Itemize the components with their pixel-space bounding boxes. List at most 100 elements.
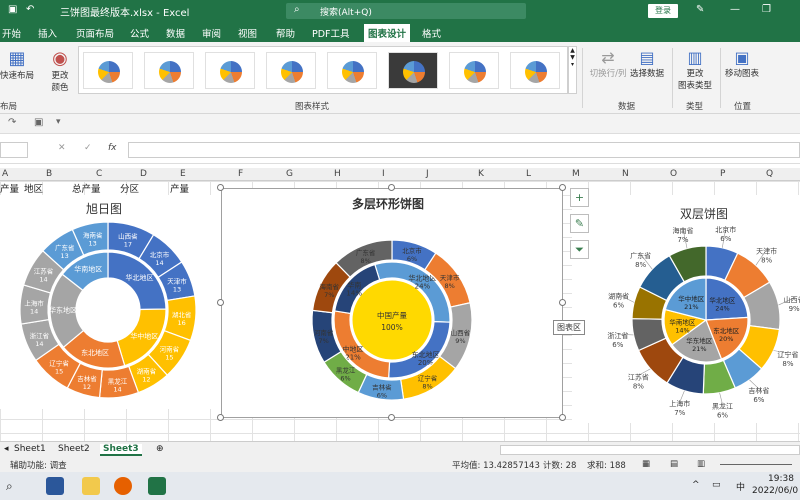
pie-outer-value: 6% — [612, 341, 623, 349]
pie-outer-value: 7% — [677, 236, 688, 244]
taskbar: ⌕ ^ ▭ 中 19:38 2022/06/0 — [0, 472, 800, 500]
doughnut-outer-label: 黑龙江 — [336, 365, 356, 374]
sunburst-outer-value: 15 — [55, 368, 63, 376]
pie-outer-label: 天津市 — [756, 246, 777, 255]
doughnut-outer-label: 山西省 — [451, 328, 471, 337]
clock-date[interactable]: 2022/06/0 — [752, 486, 798, 496]
horizontal-scrollbar[interactable] — [500, 445, 800, 455]
doughnut-outer-value: 8% — [444, 282, 454, 290]
sunburst-outer-value: 16 — [178, 319, 186, 327]
sheet-tab[interactable]: Sheet1 — [14, 444, 46, 454]
doughnut-center-disk[interactable] — [351, 279, 433, 361]
doughnut-outer-value: 6% — [407, 255, 417, 263]
pie-outer-label: 吉林省 — [748, 386, 769, 395]
sunburst-outer-label: 浙江省 — [30, 331, 50, 340]
average-status: 平均值: 13.42857143 — [452, 461, 540, 471]
doughnut-outer-label: 广东省 — [356, 248, 376, 257]
folder-icon[interactable] — [82, 477, 100, 495]
zoom-slider[interactable] — [720, 464, 792, 465]
firefox-icon[interactable] — [114, 477, 132, 495]
pie-inner-label: 华北地区 — [709, 296, 736, 305]
sheet-nav-icon[interactable]: ◂ — [4, 444, 9, 454]
sunburst-outer-label: 上海市 — [24, 298, 44, 307]
doughnut-outer-label: 天津市 — [440, 273, 460, 282]
doughnut-middle-value: 24% — [415, 282, 431, 290]
pie-inner-label: 华东地区 — [686, 336, 713, 345]
sunburst-outer-label: 广东省 — [55, 243, 75, 252]
doughnut-outer-label: 河南省 — [314, 328, 334, 337]
word-icon[interactable] — [46, 477, 64, 495]
sunburst-outer-value: 12 — [142, 375, 150, 383]
pie-inner-value: 24% — [715, 305, 729, 313]
sunburst-inner-label: 华北地区 — [126, 273, 154, 282]
resize-handle[interactable] — [559, 414, 566, 421]
accessibility-status[interactable]: 辅助功能: 调查 — [10, 459, 67, 471]
sunburst-outer-value: 13 — [89, 240, 97, 248]
normal-view-icon[interactable]: ▦ — [642, 459, 650, 469]
sunburst-outer-label: 黑龙江 — [108, 376, 128, 385]
sheet-tab-active[interactable]: Sheet3 — [100, 444, 142, 456]
pie-inner-value: 21% — [684, 303, 698, 311]
doughnut-outer-label: 辽宁省 — [418, 373, 438, 382]
doughnut-center-value: 100% — [381, 323, 402, 332]
charts-svg: 华北地区华中地区东北地区华东地区华南地区山西省17北京市14天津市13湖北省16… — [19, 221, 800, 419]
resize-handle[interactable] — [559, 184, 566, 191]
pie-inner-label: 华中地区 — [678, 294, 705, 303]
add-sheet-icon[interactable]: ⊕ — [156, 444, 164, 454]
pie-inner-value: 20% — [719, 335, 733, 343]
sunburst-inner-label: 东北地区 — [81, 348, 109, 357]
clock-time[interactable]: 19:38 — [768, 474, 794, 484]
sunburst-outer-label: 北京市 — [150, 250, 170, 259]
excel-icon[interactable] — [148, 477, 166, 495]
pie-outer-label: 海南省 — [672, 226, 693, 235]
chart-elements-button[interactable]: + — [570, 188, 589, 207]
pie-outer-value: 6% — [613, 302, 624, 310]
pie-outer-label: 北京市 — [715, 225, 736, 234]
chart-filter-icon[interactable]: ⏷ — [570, 240, 589, 259]
sunburst-outer-label: 天津市 — [167, 276, 187, 285]
doughnut-middle-value: 14% — [346, 289, 362, 297]
resize-handle[interactable] — [217, 184, 224, 191]
sunburst-outer-label: 吉林省 — [77, 374, 97, 383]
chevron-up-icon[interactable]: ^ — [692, 480, 700, 490]
pie-inner-label: 东北地区 — [713, 326, 740, 335]
ime-indicator[interactable]: 中 — [736, 480, 745, 493]
doughnut-outer-label: 海南省 — [320, 282, 340, 291]
pie-outer-label: 山西省 — [784, 295, 800, 304]
doughnut-outer-value: 7% — [324, 291, 334, 299]
pie-outer-value: 8% — [761, 256, 772, 264]
doughnut-center-label: 中国产量 — [377, 310, 407, 320]
search-icon[interactable]: ⌕ — [6, 479, 13, 494]
pie-outer-value: 8% — [633, 382, 644, 390]
sheet-tab[interactable]: Sheet2 — [58, 444, 90, 454]
doughnut-outer-value: 8% — [422, 382, 432, 390]
resize-handle[interactable] — [388, 184, 395, 191]
sunburst-outer-value: 17 — [124, 241, 132, 249]
page-break-icon[interactable]: ▥ — [697, 459, 705, 469]
page-layout-icon[interactable]: ▤ — [670, 459, 678, 469]
pie-outer-label: 辽宁省 — [777, 350, 798, 359]
doughnut-outer-label: 吉林省 — [372, 382, 392, 391]
doughnut-outer-value: 6% — [340, 374, 350, 382]
pie-outer-value: 6% — [753, 396, 764, 404]
resize-handle[interactable] — [559, 299, 566, 306]
network-icon[interactable]: ▭ — [712, 480, 721, 490]
sunburst-outer-label: 河南省 — [160, 344, 180, 353]
pie-outer-value: 9% — [789, 305, 800, 313]
resize-handle[interactable] — [388, 414, 395, 421]
pie-outer-value: 8% — [782, 360, 793, 368]
chart-styles-brush-icon[interactable]: ✎ — [570, 214, 589, 233]
pie-outer-label: 上海市 — [669, 399, 690, 408]
pie-outer-value: 7% — [674, 409, 685, 417]
doughnut-outer-label: 北京市 — [402, 246, 422, 255]
sunburst-outer-label: 山西省 — [118, 232, 138, 241]
status-bar: 辅助功能: 调查 平均值: 13.42857143 计数: 28 求和: 188… — [0, 458, 800, 472]
pie-inner-value: 14% — [675, 326, 689, 334]
sunburst-outer-label: 海南省 — [83, 231, 103, 240]
sunburst-outer-value: 14 — [35, 340, 43, 348]
sunburst-outer-label: 湖北省 — [172, 310, 192, 319]
pie-outer-label: 湖南省 — [608, 292, 629, 301]
doughnut-outer-value: 8% — [360, 257, 370, 265]
resize-handle[interactable] — [217, 414, 224, 421]
resize-handle[interactable] — [217, 299, 224, 306]
